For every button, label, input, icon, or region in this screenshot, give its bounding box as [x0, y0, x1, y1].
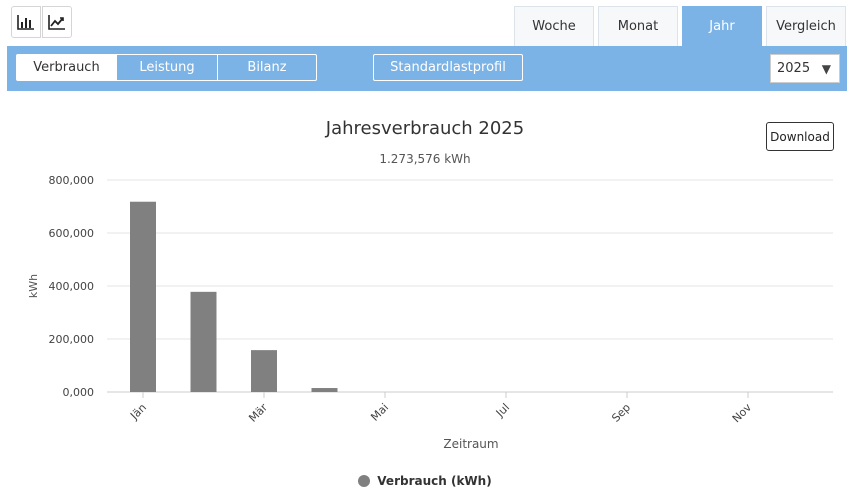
bar-jän	[130, 201, 156, 392]
bar-feb	[190, 291, 217, 392]
y-axis-label: kWh	[27, 274, 40, 298]
chevron-down-icon: ▼	[821, 62, 831, 76]
year-select-value: 2025	[777, 61, 811, 76]
line-chart-view-button[interactable]	[42, 6, 72, 38]
x-tick-label: Mär	[246, 401, 270, 425]
top-bar: Woche Monat Jahr Vergleich	[0, 0, 850, 46]
line-chart-icon	[48, 15, 65, 30]
legend-label: Verbrauch (kWh)	[377, 474, 492, 488]
bar-mär	[251, 350, 277, 392]
tab-vergleich[interactable]: Vergleich	[766, 6, 846, 46]
tab-woche[interactable]: Woche	[514, 6, 594, 46]
year-select[interactable]: 2025 ▼	[770, 54, 840, 83]
mode-tab-bilanz[interactable]: Bilanz	[217, 54, 317, 81]
legend[interactable]: Verbrauch (kWh)	[0, 474, 850, 488]
x-tick-label: Jän	[127, 401, 149, 423]
tab-jahr[interactable]: Jahr	[682, 6, 762, 46]
y-tick-label: 600,000	[49, 227, 95, 240]
bar-apr	[311, 388, 338, 392]
bar-chart: 0,000 200,000 400,000 600,000 800,000 kWh Jän M…	[27, 174, 833, 451]
chart-toolbar: Verbrauch Leistung Bilanz Standardlastpr…	[7, 46, 847, 91]
y-tick-label: 800,000	[49, 174, 95, 187]
mode-tab-leistung[interactable]: Leistung	[116, 54, 218, 81]
y-tick-label: 400,000	[49, 280, 95, 293]
download-button[interactable]: Download	[766, 122, 834, 151]
x-tick-label: Sep	[609, 401, 633, 425]
y-tick-label: 0,000	[63, 386, 95, 399]
bar-chart-icon	[17, 15, 34, 30]
mode-tab-verbrauch[interactable]: Verbrauch	[16, 54, 117, 81]
x-tick-label: Jul	[493, 401, 512, 420]
x-tick-label: Mai	[368, 401, 391, 424]
x-axis-label: Zeitraum	[443, 437, 498, 451]
chart-title: Jahresverbrauch 2025	[325, 118, 525, 139]
tab-monat[interactable]: Monat	[598, 6, 678, 46]
x-tick-label: Nov	[730, 401, 755, 426]
standardlastprofil-button[interactable]: Standardlastprofil	[373, 54, 523, 81]
bar-chart-view-button[interactable]	[11, 6, 41, 38]
y-tick-label: 200,000	[49, 333, 95, 346]
legend-marker	[358, 475, 371, 487]
